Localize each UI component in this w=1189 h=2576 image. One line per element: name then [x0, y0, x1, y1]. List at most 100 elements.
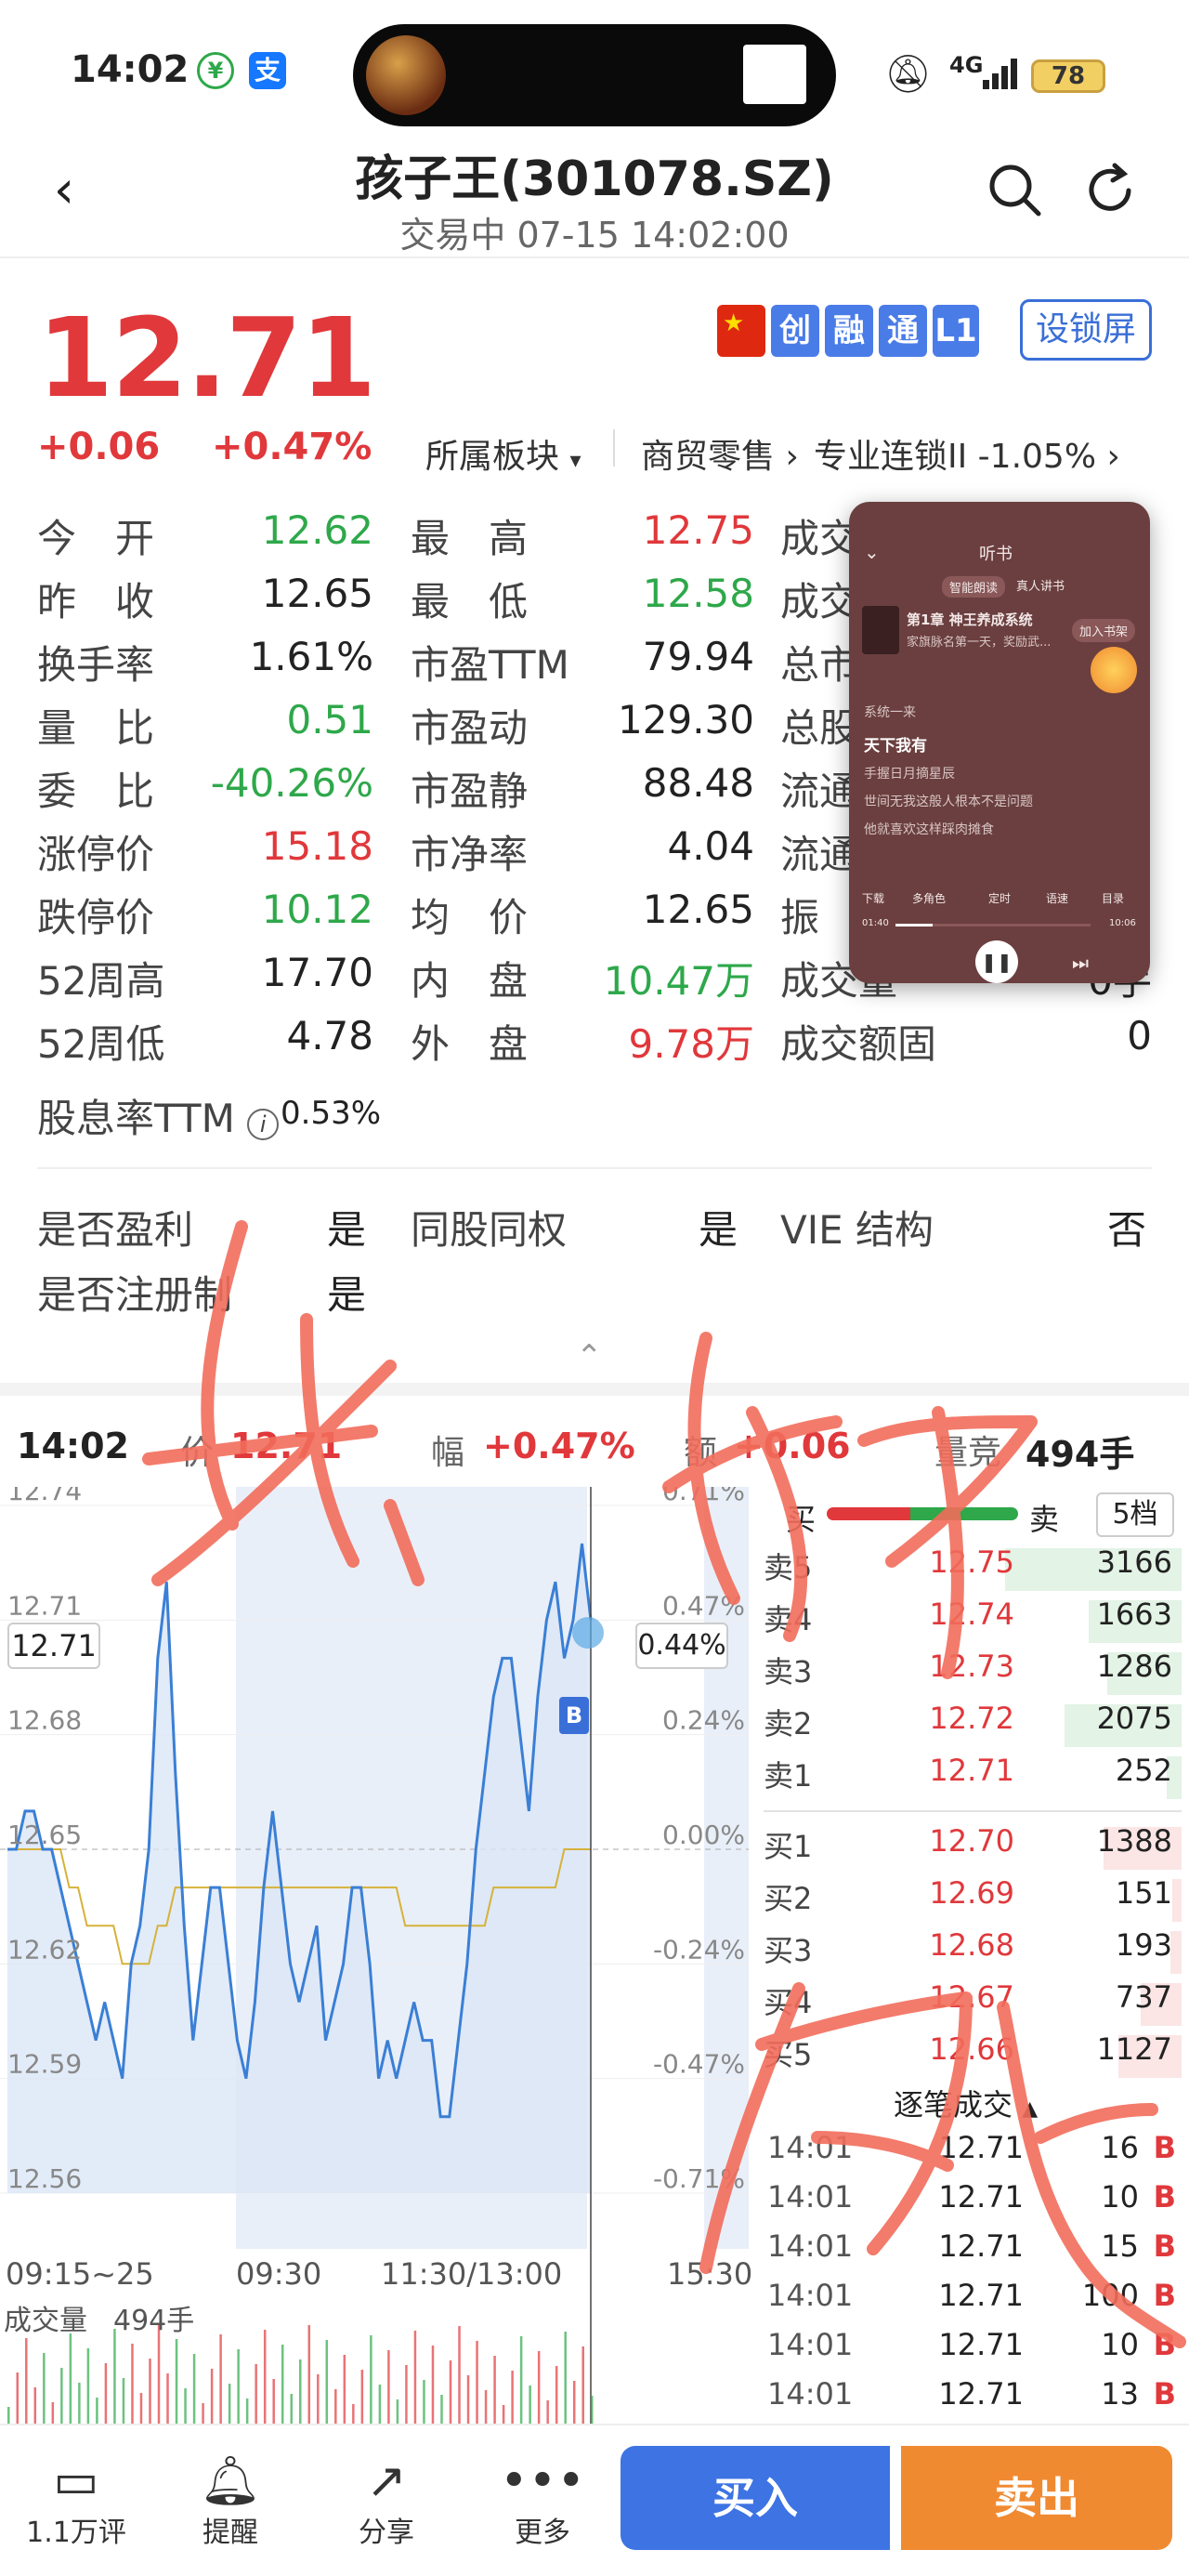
next-icon[interactable]: ⏭︎	[1072, 952, 1089, 974]
sell-button[interactable]: 卖出	[901, 2446, 1172, 2550]
stat-label: 市净率	[411, 832, 529, 877]
stat-label: 委 比	[37, 769, 155, 814]
volume-bar	[78, 2383, 81, 2425]
stat-label: 内 盘	[411, 958, 529, 1004]
volume-bar	[263, 2330, 267, 2425]
comments-tab[interactable]: ▭ 1.1万评	[20, 2453, 132, 2550]
wechat-pay-icon: ¥	[197, 52, 234, 89]
trade-time: 14:01	[767, 2327, 854, 2362]
stat-value: 0	[1127, 1013, 1152, 1058]
stat-value: 12.62	[261, 507, 373, 553]
volume-bar	[476, 2341, 478, 2425]
stat-value: -40.26%	[210, 760, 373, 806]
volume-bar	[237, 2349, 240, 2425]
signal-icon	[983, 58, 1022, 89]
y-tick-label: 12.71	[7, 1590, 82, 1621]
lyric-line: 手握日月摘星辰	[864, 767, 955, 782]
coin-reward-icon[interactable]	[1091, 647, 1137, 693]
ob-ratio-bar	[827, 1507, 1018, 1520]
stat-label: 最 高	[411, 516, 529, 561]
stat-label: 流通	[780, 832, 859, 877]
trades-header[interactable]: 逐笔成交 ▲	[894, 2082, 1038, 2124]
level-volume: 252	[1115, 1753, 1172, 1788]
volume-bar	[493, 2356, 496, 2425]
alert-tab[interactable]: 🔔︎ 提醒	[175, 2453, 286, 2550]
ask-row[interactable]: 卖3 12.73 1286	[764, 1649, 1182, 1701]
same-rights-label: 同股同权	[411, 1207, 568, 1253]
volume-bar	[396, 2399, 399, 2425]
trade-price: 12.71	[938, 2327, 1024, 2362]
lyric-line: 他就喜欢这样踩肉摊食	[864, 822, 994, 837]
levels-toggle[interactable]: 5档	[1096, 1492, 1174, 1537]
bell-icon: 🔔︎	[199, 2453, 261, 2509]
volume-bar	[299, 2359, 302, 2425]
volume-bar	[60, 2368, 63, 2425]
price-change-pct: +0.47%	[212, 426, 372, 468]
trade-direction: B	[1153, 2327, 1176, 2362]
stat-value: 12.75	[642, 507, 754, 553]
share-icon: ↗	[366, 2453, 407, 2509]
volume-bar	[511, 2371, 514, 2425]
download-button[interactable]: 下载	[862, 890, 884, 906]
bid-row[interactable]: 买3 12.68 193	[764, 1927, 1182, 1979]
refresh-button[interactable]	[1078, 158, 1143, 223]
ob-buy-label: 买	[786, 1502, 817, 1537]
volume-bar	[86, 2348, 90, 2425]
roles-button[interactable]: 多角色	[912, 890, 946, 906]
ask-row[interactable]: 卖1 12.71 252	[764, 1753, 1182, 1805]
stat-label: 52周低	[37, 1021, 165, 1067]
sector-industry[interactable]: 商贸零售 ›	[641, 429, 799, 478]
level-volume: 1286	[1096, 1649, 1172, 1684]
more-tab[interactable]: ••• 更多	[487, 2453, 598, 2550]
speed-button[interactable]: 语速	[1046, 890, 1068, 906]
share-tab[interactable]: ↗ 分享	[331, 2453, 442, 2550]
volume-bar	[317, 2374, 320, 2425]
volume-bar	[431, 2346, 435, 2425]
timer-button[interactable]: 定时	[988, 890, 1011, 906]
volume-bar	[16, 2372, 20, 2425]
buy-button[interactable]: 买入	[621, 2446, 890, 2550]
trade-volume: 13	[1101, 2376, 1139, 2412]
player-tab-ai[interactable]: 智能朗读	[942, 576, 1006, 598]
player-progress[interactable]	[895, 924, 1091, 927]
ask-row[interactable]: 卖5 12.75 3166	[764, 1544, 1182, 1597]
level-price: 12.73	[929, 1649, 1014, 1684]
ask-row[interactable]: 卖2 12.72 2075	[764, 1701, 1182, 1753]
volume-bar	[245, 2399, 249, 2425]
stat-label: 振	[780, 895, 820, 940]
player-tab-human[interactable]: 真人讲书	[1016, 576, 1065, 594]
buy-marker-icon[interactable]: B	[559, 1697, 589, 1734]
collapse-chevron-icon[interactable]: ⌃	[576, 1338, 603, 1375]
stat-label: 市盈静	[411, 769, 529, 814]
bid-row[interactable]: 买2 12.69 151	[764, 1875, 1182, 1927]
catalog-button[interactable]: 目录	[1102, 890, 1124, 906]
audiobook-mini-player[interactable]: ⌄ 听书 智能朗读 真人讲书 第1章 神王养成系统 家旗脉名第一天，奖励武...…	[849, 502, 1150, 983]
volume-bar	[591, 2396, 594, 2425]
ask-row[interactable]: 卖4 12.74 1663	[764, 1597, 1182, 1649]
bid-row[interactable]: 买5 12.66 1127	[764, 2031, 1182, 2083]
collapse-icon[interactable]: ⌄	[864, 541, 880, 563]
sector-label[interactable]: 所属板块 ▾	[425, 429, 581, 478]
vie-value: 否	[1107, 1207, 1147, 1253]
badge-chuang: 创	[771, 305, 819, 357]
stat-value: 15.18	[261, 823, 373, 869]
pause-button[interactable]: ❚❚	[975, 940, 1018, 983]
level-price: 12.72	[929, 1701, 1014, 1736]
bid-row[interactable]: 买4 12.67 737	[764, 1979, 1182, 2031]
stat-label: 成交额固	[780, 1021, 937, 1067]
stat-label: 量 比	[37, 705, 155, 751]
level-price: 12.68	[929, 1927, 1014, 1963]
sector-sub[interactable]: 专业连锁II -1.05% ›	[814, 429, 1120, 478]
lock-screen-button[interactable]: 设锁屏	[1020, 299, 1152, 361]
add-shelf-button[interactable]: 加入书架	[1072, 619, 1136, 642]
volume-bar	[572, 2381, 576, 2425]
level-volume: 151	[1115, 1875, 1172, 1911]
trade-time: 14:01	[767, 2228, 854, 2264]
volume-bar	[69, 2333, 72, 2425]
stat-label: 换手率	[37, 642, 155, 688]
volume-bar	[440, 2395, 443, 2425]
bid-row[interactable]: 买1 12.70 1388	[764, 1823, 1182, 1875]
search-button[interactable]	[983, 158, 1048, 223]
volume-value: 494手	[113, 2305, 195, 2337]
chart-time: 14:02	[17, 1426, 129, 1466]
